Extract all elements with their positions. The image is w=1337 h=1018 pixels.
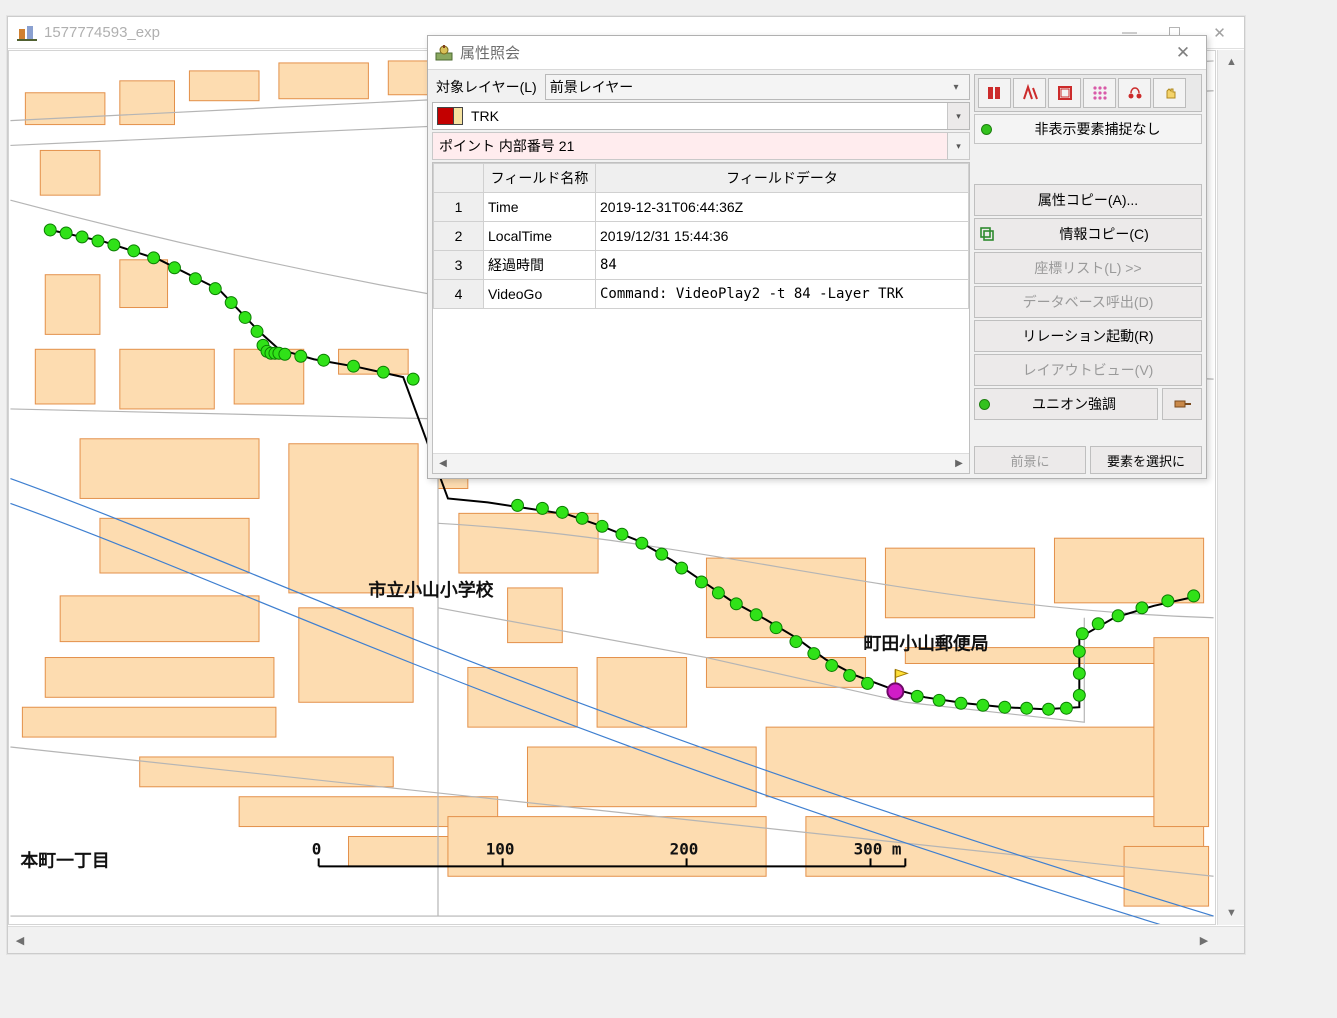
- svg-text:0: 0: [312, 839, 322, 858]
- select-element-button[interactable]: 要素を選択に: [1090, 446, 1202, 474]
- capture-status: 非表示要素捕捉なし: [974, 114, 1202, 144]
- row-number: 4: [434, 280, 484, 309]
- scroll-left-icon[interactable]: ◀: [10, 930, 30, 951]
- col-field-data[interactable]: フィールドデータ: [596, 164, 969, 193]
- scroll-up-icon[interactable]: ▲: [1221, 52, 1242, 72]
- scroll-down-icon[interactable]: ▼: [1221, 903, 1242, 923]
- copy-icon: [979, 226, 995, 242]
- trk-value: TRK: [467, 108, 947, 124]
- dialog-titlebar[interactable]: 属性照会 ✕: [428, 36, 1206, 70]
- chevron-down-icon: ▾: [947, 82, 965, 93]
- trk-swatch-icon: [437, 107, 463, 125]
- target-layer-value: 前景レイヤー: [550, 77, 947, 97]
- layer-trk-combo[interactable]: TRK ▾: [432, 102, 970, 130]
- cell-field-data[interactable]: 84: [596, 251, 969, 280]
- cell-field-name[interactable]: Time: [484, 193, 596, 222]
- table-row[interactable]: 4 VideoGo Command: VideoPlay2 -t 84 -Lay…: [434, 280, 969, 309]
- chevron-down-icon: ▾: [947, 133, 969, 159]
- cell-field-name[interactable]: VideoGo: [484, 280, 596, 309]
- scroll-left-icon[interactable]: ◀: [433, 454, 453, 473]
- table-row[interactable]: 1 Time 2019-12-31T06:44:36Z: [434, 193, 969, 222]
- target-layer-combo[interactable]: 前景レイヤー ▾: [545, 74, 970, 100]
- cell-field-name[interactable]: 経過時間: [484, 251, 596, 280]
- status-text: 非表示要素捕捉なし: [1000, 119, 1195, 139]
- table-corner[interactable]: [434, 164, 484, 193]
- horizontal-scroll-gutter: ◀ ▶: [8, 926, 1244, 953]
- to-foreground-button[interactable]: 前景に: [974, 446, 1086, 474]
- attribute-dialog: 属性照会 ✕ 対象レイヤー(L) 前景レイヤー ▾ TRK ▾ ポイ: [427, 35, 1207, 479]
- scroll-right-icon[interactable]: ▶: [949, 454, 969, 473]
- chevron-down-icon: ▾: [947, 103, 969, 129]
- dialog-icon: [434, 43, 454, 63]
- table-row[interactable]: 3 経過時間 84: [434, 251, 969, 280]
- cell-field-name[interactable]: LocalTime: [484, 222, 596, 251]
- point-select-value: ポイント 内部番号 21: [433, 136, 947, 156]
- tool-btn-5[interactable]: [1118, 78, 1151, 108]
- vertical-scroll-gutter: ▲ ▼: [1217, 50, 1244, 925]
- row-number: 3: [434, 251, 484, 280]
- scroll-right-icon[interactable]: ▶: [1194, 930, 1214, 951]
- col-field-name[interactable]: フィールド名称: [484, 164, 596, 193]
- app-icon: [16, 22, 38, 44]
- pin-button[interactable]: [1162, 388, 1202, 420]
- tool-btn-3[interactable]: [1048, 78, 1081, 108]
- point-select-combo[interactable]: ポイント 内部番号 21 ▾: [432, 132, 970, 160]
- svg-text:300 m: 300 m: [854, 839, 902, 858]
- table-row[interactable]: 2 LocalTime 2019/12/31 15:44:36: [434, 222, 969, 251]
- svg-text:200: 200: [670, 839, 699, 858]
- map-label-honmachi: 本町一丁目: [20, 849, 109, 871]
- map-label-school: 市立小山小学校: [368, 579, 493, 601]
- db-call-button[interactable]: データベース呼出(D): [974, 286, 1202, 318]
- copy-info-button[interactable]: 情報コピー(C): [974, 218, 1202, 250]
- dialog-close-button[interactable]: ✕: [1166, 39, 1200, 67]
- svg-text:100: 100: [486, 839, 515, 858]
- copy-attr-button[interactable]: 属性コピー(A)...: [974, 184, 1202, 216]
- map-label-post: 町田小山郵便局: [864, 633, 989, 655]
- target-layer-label: 対象レイヤー(L): [432, 77, 541, 97]
- cell-field-data[interactable]: Command: VideoPlay2 -t 84 -Layer TRK: [596, 280, 969, 309]
- dialog-title: 属性照会: [460, 42, 520, 63]
- cell-field-data[interactable]: 2019-12-31T06:44:36Z: [596, 193, 969, 222]
- table-h-scrollbar[interactable]: ◀ ▶: [433, 453, 969, 473]
- union-highlight-button[interactable]: ユニオン強調: [974, 388, 1158, 420]
- coord-list-button[interactable]: 座標リスト(L) >>: [974, 252, 1202, 284]
- status-dot-icon: [979, 399, 990, 410]
- layout-view-button[interactable]: レイアウトビュー(V): [974, 354, 1202, 386]
- cell-field-data[interactable]: 2019/12/31 15:44:36: [596, 222, 969, 251]
- tool-btn-2[interactable]: [1013, 78, 1046, 108]
- attribute-table: フィールド名称 フィールドデータ 1 Time 2019-12-31T06:44…: [432, 162, 970, 474]
- row-number: 2: [434, 222, 484, 251]
- relation-button[interactable]: リレーション起動(R): [974, 320, 1202, 352]
- tool-btn-1[interactable]: [978, 78, 1011, 108]
- pin-icon: [1172, 396, 1192, 412]
- main-title: 1577774593_exp: [44, 24, 160, 41]
- row-number: 1: [434, 193, 484, 222]
- tool-row: [974, 74, 1202, 112]
- status-dot-icon: [981, 124, 992, 135]
- tool-btn-6[interactable]: [1153, 78, 1186, 108]
- tool-btn-4[interactable]: [1083, 78, 1116, 108]
